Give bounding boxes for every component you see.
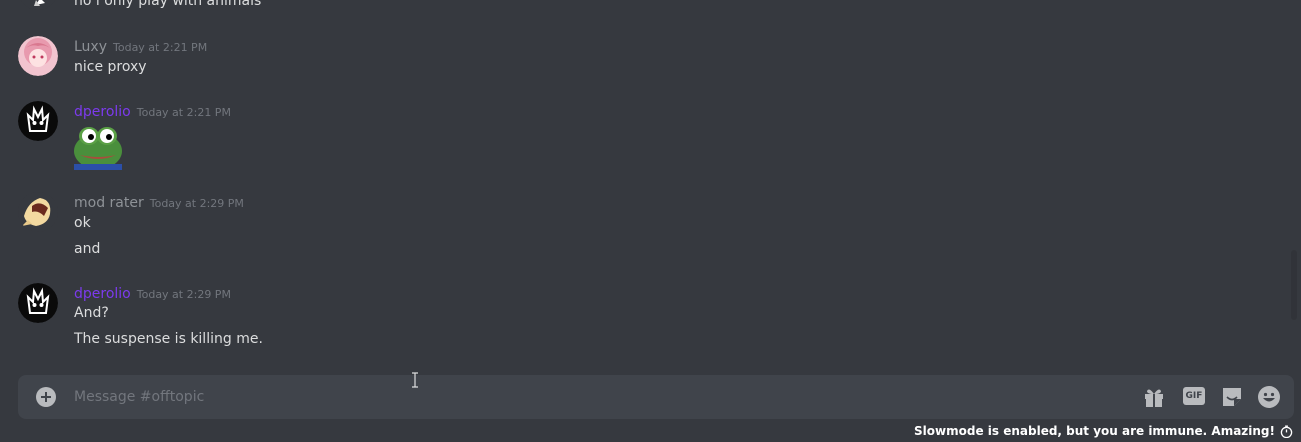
gift-icon[interactable] — [1142, 385, 1166, 409]
message-text: ok — [74, 215, 91, 231]
avatar[interactable] — [18, 36, 58, 76]
message-composer: GIF — [18, 375, 1294, 419]
username[interactable]: Luxy — [74, 39, 107, 55]
message-header: dperolio Today at 2:29 PM — [74, 283, 231, 302]
slowmode-text: Slowmode is enabled, but you are immune.… — [914, 424, 1275, 438]
avatar-image — [18, 283, 58, 323]
username[interactable]: dperolio — [74, 286, 131, 302]
username[interactable]: dperolio — [74, 104, 131, 120]
chat-area: no i only play with animals Luxy Today at… — [0, 0, 1301, 442]
avatar[interactable] — [18, 192, 58, 232]
username[interactable]: mod rater — [74, 195, 144, 211]
message-text: and — [74, 241, 101, 257]
avatar[interactable] — [18, 101, 58, 141]
message-header: Luxy Today at 2:21 PM — [74, 36, 207, 55]
avatar-image — [18, 192, 58, 232]
plus-circle-icon[interactable] — [36, 387, 56, 407]
timestamp[interactable]: Today at 2:29 PM — [137, 288, 231, 301]
message-text: no i only play with animals — [74, 0, 262, 9]
scrollbar-thumb[interactable] — [1291, 250, 1297, 320]
message-text: The suspense is killing me. — [74, 331, 263, 347]
pepe-frog-emote[interactable] — [72, 121, 124, 171]
slowmode-notice: Slowmode is enabled, but you are immune.… — [914, 422, 1293, 440]
scrollbar[interactable] — [1287, 0, 1301, 370]
gif-icon[interactable]: GIF — [1183, 387, 1205, 405]
timestamp[interactable]: Today at 2:29 PM — [150, 197, 244, 210]
avatar[interactable] — [18, 283, 58, 323]
sticker-icon[interactable] — [1220, 385, 1244, 409]
message-header: mod rater Today at 2:29 PM — [74, 192, 244, 211]
message-header: dperolio Today at 2:21 PM — [74, 101, 231, 120]
message-input[interactable] — [74, 375, 1124, 419]
timestamp[interactable]: Today at 2:21 PM — [113, 41, 207, 54]
avatar[interactable] — [18, 0, 58, 10]
avatar-image — [20, 0, 56, 10]
avatar-image — [18, 101, 58, 141]
timestamp[interactable]: Today at 2:21 PM — [137, 106, 231, 119]
emoji-icon[interactable] — [1257, 385, 1281, 409]
stopwatch-icon — [1280, 424, 1293, 438]
message-text: And? — [74, 305, 109, 321]
text-cursor — [411, 372, 419, 388]
avatar-image — [18, 36, 58, 76]
message-text: nice proxy — [74, 59, 147, 75]
